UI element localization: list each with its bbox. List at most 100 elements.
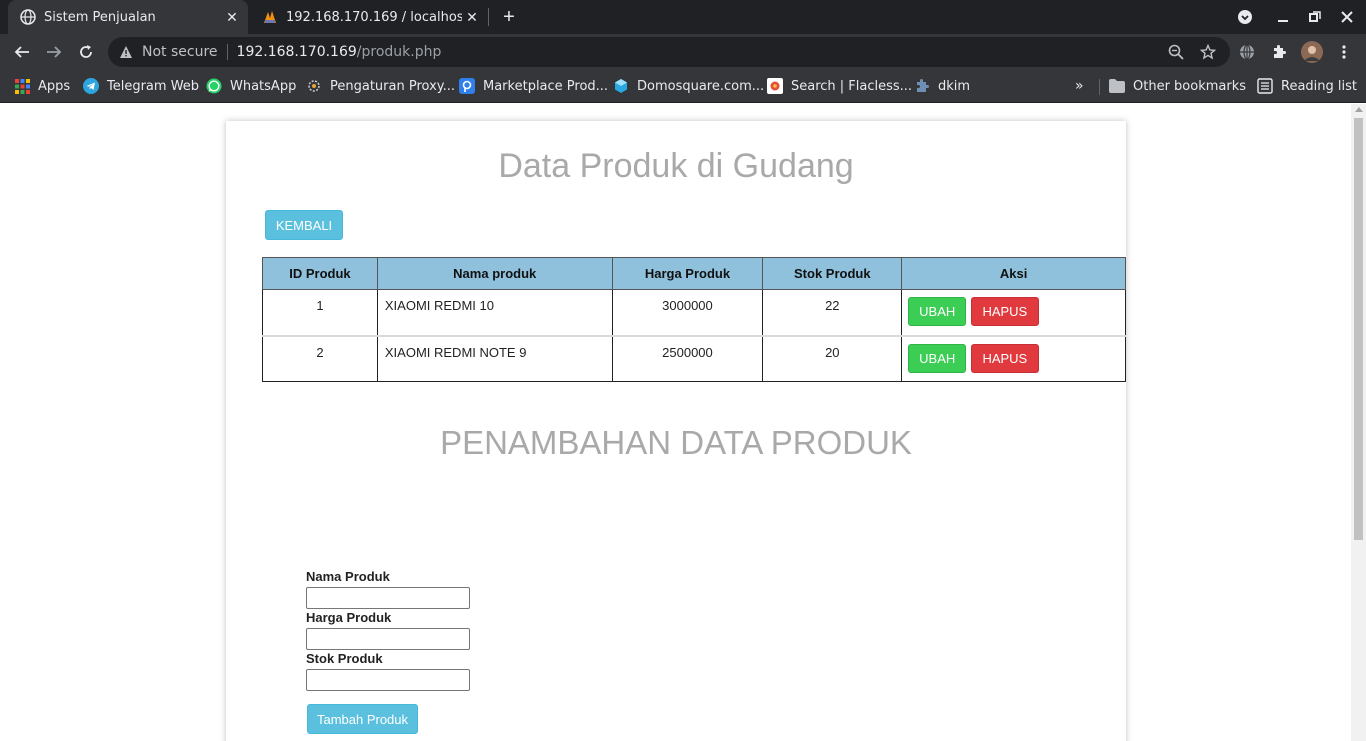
bookmark-domosquare[interactable]: Domosquare.com... bbox=[613, 74, 764, 98]
column-header-stok: Stok Produk bbox=[762, 257, 903, 290]
stok-produk-input[interactable] bbox=[306, 669, 470, 691]
telegram-icon bbox=[83, 78, 99, 94]
cell-nama: XIAOMI REDMI NOTE 9 bbox=[376, 335, 613, 382]
close-icon[interactable]: ✕ bbox=[222, 7, 242, 27]
cell-stok: 22 bbox=[762, 289, 903, 337]
bookmark-whatsapp[interactable]: WhatsApp bbox=[206, 74, 296, 98]
phpmyadmin-icon bbox=[262, 9, 278, 25]
bookmark-label: Marketplace Prod... bbox=[483, 78, 609, 94]
bookmark-flacless[interactable]: Search | Flacless... bbox=[767, 74, 912, 98]
edit-button[interactable]: UBAH bbox=[908, 297, 967, 326]
column-header-harga: Harga Produk bbox=[611, 257, 764, 290]
column-header-id: ID Produk bbox=[262, 257, 378, 290]
cell-stok: 20 bbox=[762, 335, 903, 382]
warning-icon[interactable] bbox=[118, 44, 134, 60]
page-title: Data Produk di Gudang bbox=[498, 147, 854, 185]
bookmark-label: Reading list bbox=[1281, 78, 1357, 94]
column-header-nama: Nama produk bbox=[376, 257, 613, 290]
cell-harga: 3000000 bbox=[611, 289, 764, 337]
star-icon[interactable] bbox=[1194, 37, 1222, 67]
harga-produk-input[interactable] bbox=[306, 628, 470, 650]
bookmark-label: Apps bbox=[38, 78, 71, 94]
bookmark-label: Search | Flacless... bbox=[791, 78, 913, 94]
page-scrollbar[interactable] bbox=[1351, 104, 1366, 741]
scrollbar-thumb[interactable] bbox=[1354, 118, 1363, 540]
cell-id: 2 bbox=[262, 335, 378, 382]
close-icon[interactable]: ✕ bbox=[462, 7, 482, 27]
table-row: 1 XIAOMI REDMI 10 3000000 22 UBAH HAPUS bbox=[262, 289, 1126, 337]
restore-icon[interactable] bbox=[1299, 0, 1331, 34]
extensions-puzzle-icon[interactable] bbox=[1265, 38, 1293, 66]
url-host: 192.168.170.169 bbox=[236, 44, 357, 60]
delete-button[interactable]: HAPUS bbox=[970, 343, 1039, 373]
forward-arrow-icon[interactable] bbox=[40, 38, 68, 66]
apps-grid-icon bbox=[14, 78, 30, 94]
table-header-row: ID Produk Nama produk Harga Produk Stok … bbox=[262, 257, 1126, 290]
tab-phpmyadmin[interactable]: 192.168.170.169 / localhost / f ✕ bbox=[250, 0, 488, 34]
bookmarks-overflow-button[interactable]: » bbox=[1075, 74, 1084, 98]
scroll-up-arrow-icon[interactable] bbox=[1355, 107, 1363, 112]
bookmark-marketplace[interactable]: Marketplace Prod... bbox=[459, 74, 608, 98]
stok-produk-label: Stok Produk bbox=[306, 651, 383, 666]
marketplace-icon bbox=[459, 78, 475, 94]
edit-button[interactable]: UBAH bbox=[908, 343, 967, 373]
tab-search-icon[interactable] bbox=[1229, 0, 1261, 34]
reading-list-icon bbox=[1257, 78, 1273, 94]
bookmarks-divider bbox=[1099, 79, 1100, 95]
browser-toolbar: Not secure 192.168.170.169/produk.php bbox=[0, 34, 1366, 70]
bookmark-proxy[interactable]: Pengaturan Proxy... bbox=[306, 74, 455, 98]
reading-list-button[interactable]: Reading list bbox=[1257, 74, 1357, 98]
bookmark-apps[interactable]: Apps bbox=[14, 74, 70, 98]
cell-harga: 2500000 bbox=[611, 335, 764, 382]
nama-produk-label: Nama Produk bbox=[306, 569, 390, 584]
folder-icon bbox=[1109, 78, 1125, 94]
back-arrow-icon[interactable] bbox=[8, 38, 36, 66]
cell-nama: XIAOMI REDMI 10 bbox=[376, 289, 613, 337]
cell-aksi: UBAH HAPUS bbox=[901, 335, 1126, 382]
add-product-form: Nama Produk Harga Produk Stok Produk Tam… bbox=[306, 569, 470, 734]
column-header-aksi: Aksi bbox=[901, 257, 1126, 290]
proxy-icon bbox=[306, 78, 322, 94]
vpn-globe-icon[interactable] bbox=[1233, 38, 1261, 66]
nama-produk-input[interactable] bbox=[306, 587, 470, 609]
bookmarks-bar: Apps Telegram Web WhatsApp Pengaturan Pr… bbox=[0, 70, 1366, 103]
zoom-icon[interactable] bbox=[1162, 37, 1190, 67]
content-card: Data Produk di Gudang KEMBALI ID Produk … bbox=[226, 121, 1126, 741]
add-product-button[interactable]: Tambah Produk bbox=[307, 704, 418, 734]
bookmark-label: dkim bbox=[938, 78, 971, 94]
address-divider bbox=[226, 44, 228, 60]
bookmark-label: WhatsApp bbox=[230, 78, 297, 94]
new-tab-button[interactable]: + bbox=[498, 6, 520, 28]
tab-title: Sistem Penjualan bbox=[44, 9, 156, 25]
table-row: 2 XIAOMI REDMI NOTE 9 2500000 20 UBAH HA… bbox=[262, 335, 1126, 382]
other-bookmarks-button[interactable]: Other bookmarks bbox=[1109, 74, 1246, 98]
page-viewport: Data Produk di Gudang KEMBALI ID Produk … bbox=[0, 104, 1366, 741]
form-section-title: PENAMBAHAN DATA PRODUK bbox=[440, 424, 912, 461]
whatsapp-icon bbox=[206, 78, 222, 94]
delete-button[interactable]: HAPUS bbox=[970, 297, 1039, 326]
not-secure-label[interactable]: Not secure bbox=[142, 44, 218, 60]
address-bar[interactable]: Not secure 192.168.170.169/produk.php bbox=[108, 37, 1230, 67]
bookmark-label: Domosquare.com... bbox=[637, 78, 765, 94]
profile-avatar[interactable] bbox=[1298, 38, 1326, 66]
harga-produk-label: Harga Produk bbox=[306, 610, 392, 625]
tab-strip: Sistem Penjualan ✕ 192.168.170.169 / loc… bbox=[0, 0, 1366, 34]
cell-id: 1 bbox=[262, 289, 378, 337]
domosquare-icon bbox=[613, 78, 629, 94]
bookmark-telegram[interactable]: Telegram Web bbox=[83, 74, 199, 98]
back-button[interactable]: KEMBALI bbox=[265, 210, 343, 240]
tab-title: 192.168.170.169 / localhost / f bbox=[286, 9, 462, 25]
close-window-icon[interactable] bbox=[1331, 0, 1363, 34]
puzzle-icon bbox=[914, 78, 930, 94]
product-table: ID Produk Nama produk Harga Produk Stok … bbox=[262, 257, 1126, 382]
url-path: /produk.php bbox=[356, 44, 442, 60]
tab-sistem-penjualan[interactable]: Sistem Penjualan ✕ bbox=[8, 0, 248, 34]
menu-dots-icon[interactable] bbox=[1330, 38, 1358, 66]
flacless-icon bbox=[767, 78, 783, 94]
bookmark-dkim[interactable]: dkim bbox=[914, 74, 970, 98]
reload-icon[interactable] bbox=[72, 38, 100, 66]
tab-divider bbox=[488, 8, 489, 26]
cell-aksi: UBAH HAPUS bbox=[901, 289, 1126, 337]
minimize-icon[interactable] bbox=[1267, 0, 1299, 34]
bookmark-label: Other bookmarks bbox=[1133, 78, 1247, 94]
